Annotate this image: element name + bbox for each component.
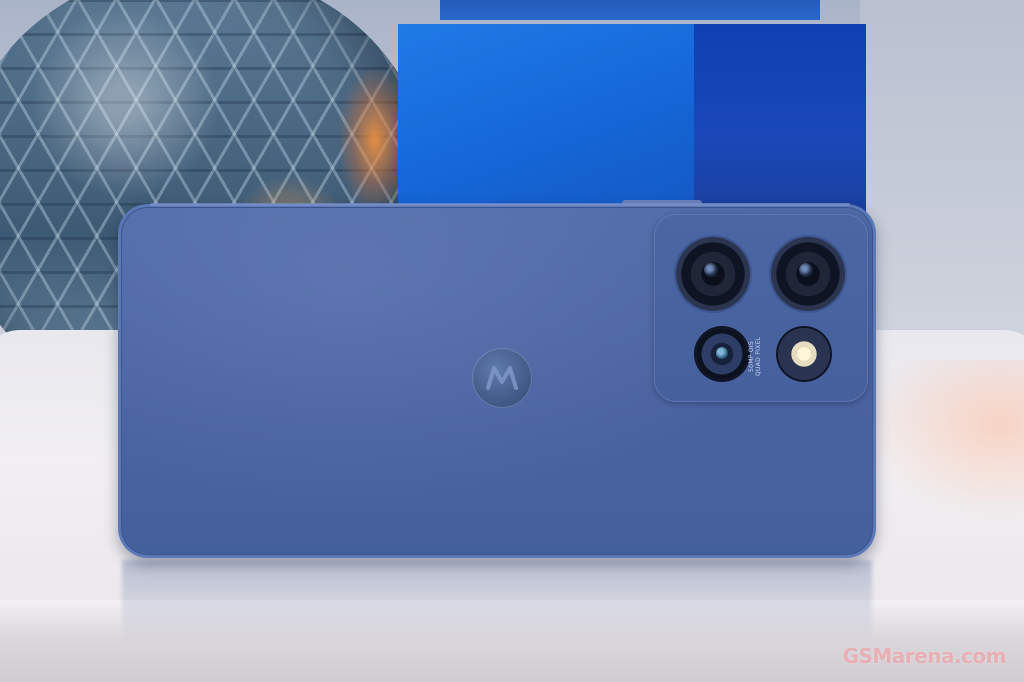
background-wall-right bbox=[860, 0, 1024, 340]
blue-box-lid bbox=[440, 0, 820, 20]
camera-spec-label: 50MP OIS QUAD PIXEL bbox=[748, 332, 768, 380]
ultrawide-camera-lens-icon bbox=[771, 237, 845, 311]
camera-label-line-2: QUAD PIXEL bbox=[755, 336, 762, 376]
watermark: GSMarena.com bbox=[842, 644, 1007, 668]
blue-box-side bbox=[694, 24, 866, 214]
led-flash-icon bbox=[778, 328, 830, 380]
depth-camera-lens-icon bbox=[696, 328, 748, 380]
phone-reflection bbox=[122, 560, 872, 650]
main-camera-lens-icon bbox=[676, 237, 750, 311]
motorola-logo-icon bbox=[472, 348, 532, 408]
photo-scene: 50MP OIS QUAD PIXEL GSMarena.com bbox=[0, 0, 1024, 682]
phone-top-edge bbox=[150, 203, 850, 206]
blue-box-front bbox=[398, 24, 694, 214]
table-warm-light bbox=[860, 360, 1024, 520]
camera-label-line-1: 50MP OIS bbox=[748, 340, 755, 372]
